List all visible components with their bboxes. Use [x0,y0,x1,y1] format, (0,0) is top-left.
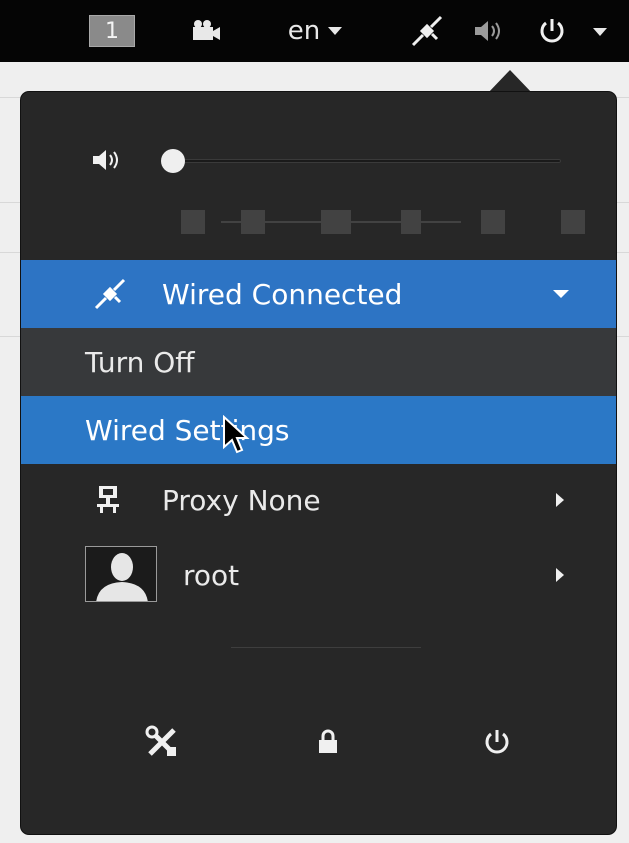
volume-glyph [475,21,500,41]
chevron-right-icon [556,493,564,507]
network-wired-icon [91,276,129,319]
volume-icon[interactable] [468,0,512,62]
workspace-indicator[interactable]: 1 [89,15,135,47]
proxy-icon [96,484,120,521]
cursor-arrow-glyph [223,414,250,454]
bg-toolbar-ghost [161,200,611,244]
user-name: root [183,558,240,592]
network-plug-glyph [411,15,443,47]
power-icon [485,730,509,754]
volume-row [21,134,616,188]
separator [231,647,421,648]
language-label: en [287,16,321,46]
volume-glyph [93,150,118,170]
chevron-down-icon [553,290,569,298]
camera-icon[interactable] [185,0,225,62]
popover-arrow [487,70,533,94]
turn-off-label: Turn Off [85,345,195,379]
language-selector[interactable]: en [275,0,355,62]
settings-button[interactable] [132,712,192,772]
mouse-cursor-icon [222,414,250,459]
user-avatar-icon [85,546,157,602]
lock-button[interactable] [298,712,358,772]
proxy-label: Proxy None [162,483,321,517]
proxy-item[interactable]: Proxy None [21,464,616,536]
ghost-icons [181,210,585,234]
power-button[interactable] [467,712,527,772]
wired-settings-label: Wired Settings [85,413,290,447]
wired-connection-item[interactable]: Wired Connected [21,260,616,328]
network-wired-icon[interactable] [405,0,449,62]
power-icon[interactable] [530,0,574,62]
proxy-glyph [97,486,119,513]
chevron-down-icon [328,27,343,35]
chevron-down-icon[interactable] [593,28,607,36]
system-menu: Wired Connected Turn Off Wired Settings … [21,92,616,834]
top-panel: 1 en [0,0,629,62]
network-plug-glyph [94,278,126,310]
camera-icon-glyph [193,20,220,40]
user-item[interactable]: root [21,536,616,614]
volume-icon [91,146,127,178]
power-glyph [540,19,564,43]
volume-slider-handle[interactable] [161,149,185,173]
avatar-silhouette [96,553,148,601]
wired-settings-item[interactable]: Wired Settings [21,396,616,464]
volume-slider[interactable] [171,159,561,163]
turn-off-item[interactable]: Turn Off [21,328,616,396]
wired-connection-label: Wired Connected [162,277,403,311]
lock-icon [319,729,337,753]
settings-icon [145,725,176,756]
chevron-right-icon [556,568,564,582]
